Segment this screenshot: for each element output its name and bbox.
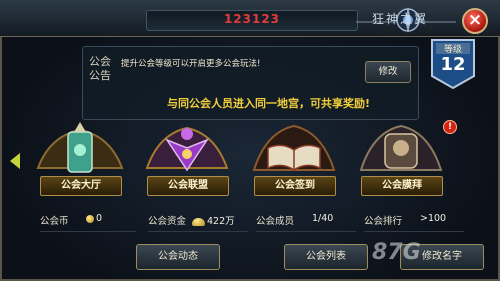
guild-funds-label: 公会资金 <box>148 216 187 227</box>
guild-coin-label: 公会币 <box>40 216 69 227</box>
guild-hall-label: 公会大厅 <box>40 176 122 196</box>
game-logo: 狂神之翼 <box>356 6 456 36</box>
guild-rank-value: >100 <box>420 213 447 224</box>
share-reward-text: 与同公会人员进入同一地宫，可共享奖励! <box>166 97 370 110</box>
notification-badge: ! <box>443 120 457 134</box>
announcement-text: 提升公会等级可以开启更多公会玩法! <box>121 59 261 69</box>
guild-signin-label: 公会签到 <box>254 176 336 196</box>
announcement-panel: 公会公告 提升公会等级可以开启更多公会玩法! 修改 与同公会人员进入同一地宫，可… <box>82 46 419 120</box>
guild-alliance-label: 公会联盟 <box>147 176 229 196</box>
coin-icon <box>86 214 94 223</box>
guild-name-box: 123123 <box>146 10 358 31</box>
guild-level-badge: 等级 12 <box>430 38 476 90</box>
watermark: 87G <box>372 240 421 265</box>
close-icon: × <box>467 10 483 30</box>
guild-worship-feature[interactable]: 公会膜拜 <box>351 118 451 198</box>
left-arrow-icon[interactable] <box>10 153 20 169</box>
guild-members-value: 1/40 <box>312 213 334 224</box>
guild-funds-value: 422万 <box>207 216 235 227</box>
guild-members-stat: 公会成员 1/40 <box>256 213 356 232</box>
guild-alliance-feature[interactable]: 公会联盟 <box>137 118 237 198</box>
guild-name: 123123 <box>223 12 281 26</box>
guild-rank-stat: 公会排行 >100 <box>364 213 464 232</box>
guild-rank-label: 公会排行 <box>364 216 403 227</box>
guild-members-label: 公会成员 <box>256 216 295 227</box>
gold-icon <box>192 217 205 226</box>
guild-signin-feature[interactable]: 公会签到 <box>244 118 344 198</box>
guild-coin-value: 0 <box>96 213 103 224</box>
guild-hall-feature[interactable]: 公会大厅 <box>30 118 130 198</box>
level-value: 12 <box>440 54 466 75</box>
guild-funds-stat: 公会资金 422万 <box>148 213 248 232</box>
guild-list-button[interactable]: 公会列表 <box>284 244 368 270</box>
guild-dynamics-button[interactable]: 公会动态 <box>136 244 220 270</box>
close-button[interactable]: × <box>462 8 488 34</box>
guild-coin-stat: 公会币 0 <box>40 213 136 232</box>
edit-announcement-button[interactable]: 修改 <box>365 61 411 83</box>
top-bar: 123123 狂神之翼 × <box>0 0 500 37</box>
announcement-label: 公会公告 <box>89 55 111 82</box>
guild-worship-label: 公会膜拜 <box>361 176 443 196</box>
game-title: 狂神之翼 <box>372 12 429 26</box>
